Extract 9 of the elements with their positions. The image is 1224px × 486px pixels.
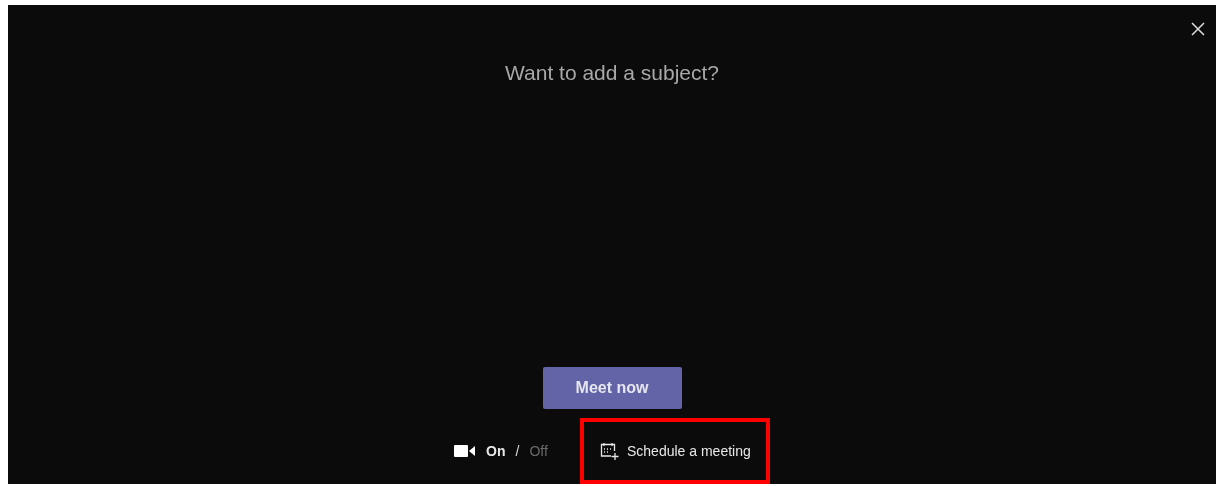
schedule-meeting-link[interactable]: Schedule a meeting — [579, 418, 770, 484]
camera-option[interactable]: On — [486, 443, 506, 459]
separator-text: / — [515, 443, 520, 459]
calendar-add-icon — [599, 441, 619, 461]
video-camera-icon — [454, 444, 477, 458]
camera-option[interactable]: Off — [529, 443, 548, 459]
close-icon — [1191, 22, 1205, 36]
meet-now-button[interactable]: Meet now — [542, 367, 682, 409]
subject-field[interactable]: Want to add a subject? — [400, 55, 824, 91]
